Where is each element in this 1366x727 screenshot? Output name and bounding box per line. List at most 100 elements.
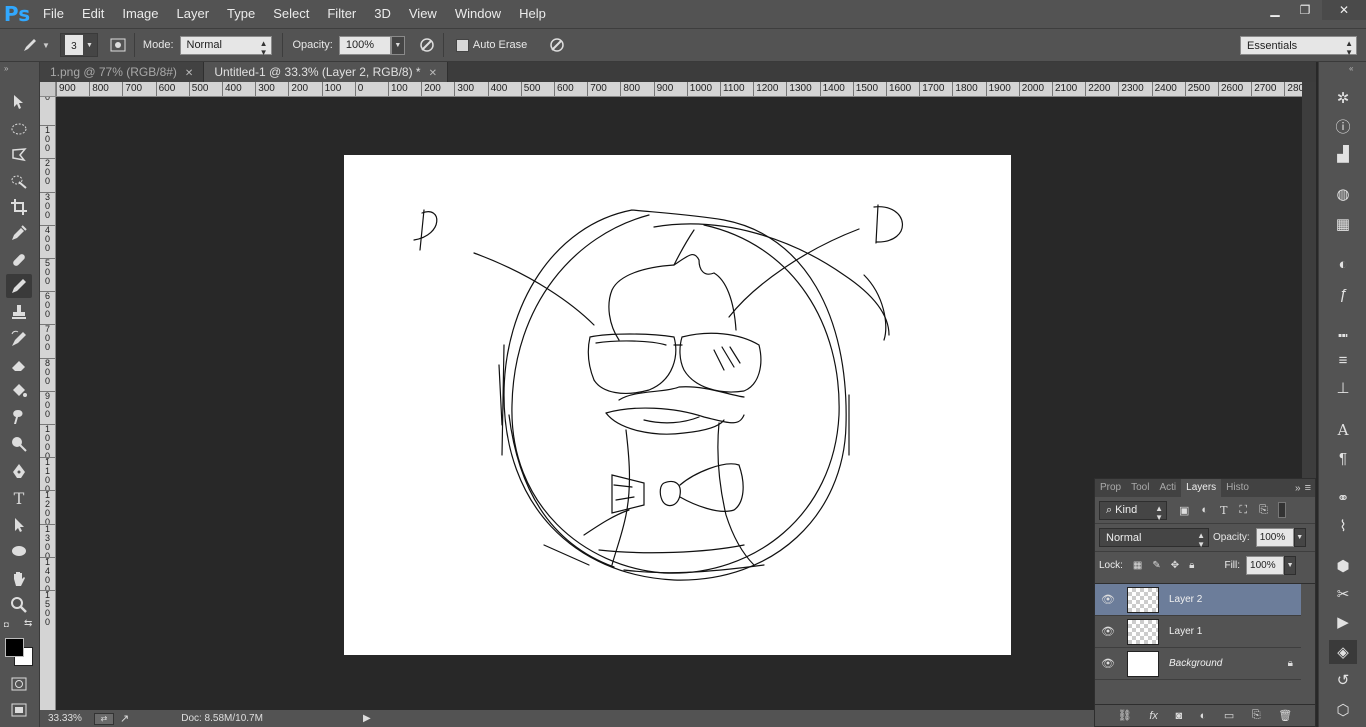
pencil-tool-preset-icon[interactable]	[18, 33, 42, 57]
zoom-level[interactable]: 33.33%	[48, 713, 90, 724]
lock-transparent-icon[interactable]: ▦	[1133, 560, 1142, 571]
paths-icon[interactable]: ⌇	[1329, 514, 1357, 538]
eraser-tool-icon[interactable]	[6, 353, 32, 377]
tab-properties[interactable]: Prop	[1095, 479, 1126, 497]
filter-toggle[interactable]	[1277, 502, 1286, 518]
lock-all-icon[interactable]: 🔒︎	[1189, 560, 1194, 571]
filter-type-icon[interactable]: T	[1220, 504, 1227, 517]
brush-panel-icon[interactable]	[106, 33, 130, 57]
pen-tool-icon[interactable]	[6, 460, 32, 484]
path-selection-tool-icon[interactable]	[6, 513, 32, 537]
tab-history[interactable]: Histo	[1221, 479, 1254, 497]
brush-size-picker[interactable]: 3 ▼	[59, 33, 98, 57]
close-tab-icon[interactable]: ✕	[429, 68, 437, 79]
eyedropper-tool-icon[interactable]	[6, 221, 32, 245]
history-icon[interactable]: ↺	[1329, 668, 1357, 692]
close-tab-icon[interactable]: ✕	[185, 68, 193, 79]
zoom-tool-icon[interactable]	[6, 593, 32, 617]
tab-untitled-1[interactable]: Untitled-1 @ 33.3% (Layer 2, RGB/8) * ✕	[204, 62, 448, 82]
brush-settings-icon[interactable]: ≡	[1329, 348, 1357, 372]
menu-3d[interactable]: 3D	[365, 0, 400, 28]
channels-icon[interactable]: ⚭	[1329, 486, 1357, 510]
smudge-tool-icon[interactable]	[6, 405, 32, 429]
actions-icon[interactable]: ▶	[1329, 610, 1357, 634]
fill-input[interactable]: 100%	[1246, 556, 1285, 575]
visibility-eye-icon[interactable]: 👁︎	[1095, 593, 1121, 606]
menu-type[interactable]: Type	[218, 0, 264, 28]
add-mask-icon[interactable]: ◙	[1175, 710, 1182, 722]
layer-opacity-input[interactable]: 100%	[1255, 528, 1294, 547]
layer-row-layer-2[interactable]: 👁︎ Layer 2	[1095, 584, 1301, 616]
delete-layer-icon[interactable]: 🗑︎	[1278, 709, 1292, 722]
ellipse-tool-icon[interactable]	[6, 539, 32, 563]
dodge-tool-icon[interactable]	[6, 432, 32, 456]
styles-icon[interactable]: ƒ	[1329, 282, 1357, 306]
layer-row-layer-1[interactable]: 👁︎ Layer 1	[1095, 616, 1301, 648]
kind-filter-dropdown[interactable]: ⌕ Kind ▲ ▼	[1099, 500, 1167, 522]
filter-pixel-icon[interactable]: ▣	[1179, 504, 1189, 517]
lock-position-icon[interactable]: ✥	[1171, 560, 1179, 571]
share-icon[interactable]: ⇄	[94, 712, 114, 725]
color-palette-icon[interactable]: ◍	[1329, 182, 1357, 206]
new-layer-icon[interactable]: ⎘	[1252, 709, 1261, 722]
menu-window[interactable]: Window	[446, 0, 510, 28]
mode-dropdown[interactable]: Normal ▲ ▼	[179, 35, 272, 57]
layers-icon[interactable]: ◈	[1329, 640, 1357, 664]
filter-shape-icon[interactable]: ⛶	[1239, 504, 1247, 517]
info-icon[interactable]: ⓘ	[1329, 114, 1357, 138]
minimize-button[interactable]: ▁	[1260, 0, 1290, 20]
filter-adjustment-icon[interactable]: ◐	[1201, 504, 1208, 516]
tab-layers[interactable]: Layers	[1181, 479, 1222, 497]
new-group-icon[interactable]: ▭	[1224, 709, 1234, 722]
adjustment-layer-icon[interactable]: ◐	[1200, 710, 1207, 722]
expand-panels-icon[interactable]: «	[1349, 64, 1353, 73]
hand-tool-icon[interactable]	[6, 567, 32, 591]
clone-source-icon[interactable]: ⊥	[1329, 376, 1357, 400]
pressure-opacity-icon[interactable]	[415, 33, 439, 57]
auto-erase-checkbox[interactable]	[455, 38, 469, 52]
quick-selection-tool-icon[interactable]	[6, 169, 32, 193]
menu-select[interactable]: Select	[264, 0, 318, 28]
lasso-tool-icon[interactable]	[6, 143, 32, 167]
visibility-eye-icon[interactable]: 👁︎	[1095, 657, 1121, 670]
screen-mode-icon[interactable]	[6, 698, 32, 722]
foreground-color-swatch[interactable]	[5, 638, 24, 657]
paragraph-icon[interactable]: ¶	[1329, 446, 1357, 470]
filter-smart-object-icon[interactable]: ⎘	[1259, 504, 1268, 517]
3d-icon[interactable]: ⬢	[1329, 554, 1357, 578]
tab-1-png[interactable]: 1.png @ 77% (RGB/8#) ✕	[40, 62, 205, 82]
swap-colors-icon[interactable]: ⇆	[24, 618, 32, 629]
elliptical-marquee-tool-icon[interactable]	[6, 117, 32, 141]
menu-layer[interactable]: Layer	[168, 0, 219, 28]
menu-help[interactable]: Help	[510, 0, 555, 28]
tab-tool-presets[interactable]: Tool	[1126, 479, 1154, 497]
histogram-icon[interactable]: ▟	[1329, 142, 1357, 166]
properties-icon[interactable]: ⬡	[1329, 698, 1357, 722]
ruler-origin[interactable]	[40, 82, 56, 97]
preset-chevron-icon[interactable]: ▼	[42, 41, 50, 50]
quick-mask-icon[interactable]	[6, 672, 32, 696]
menu-edit[interactable]: Edit	[73, 0, 113, 28]
panel-menu-icon[interactable]: ≡	[1305, 482, 1311, 494]
brush-presets-icon[interactable]: ⑉	[1329, 320, 1357, 344]
type-tool-icon[interactable]: T	[6, 486, 32, 510]
layer-name[interactable]: Layer 2	[1169, 594, 1202, 605]
restore-button[interactable]: ❐	[1290, 0, 1320, 20]
opacity-input[interactable]: 100%	[338, 35, 391, 55]
tools-icon[interactable]: ✂	[1329, 582, 1357, 606]
character-icon[interactable]: A	[1329, 418, 1357, 442]
paint-bucket-tool-icon[interactable]	[6, 379, 32, 403]
pressure-size-icon[interactable]	[545, 33, 569, 57]
history-brush-tool-icon[interactable]	[6, 327, 32, 351]
collapse-tools-icon[interactable]: »	[4, 64, 8, 73]
panel-collapse-icon[interactable]: »	[1295, 483, 1301, 494]
menu-view[interactable]: View	[400, 0, 446, 28]
document-canvas[interactable]	[344, 155, 1011, 655]
adjustments-icon[interactable]: ◐	[1329, 252, 1357, 276]
healing-brush-tool-icon[interactable]	[6, 248, 32, 272]
fill-slider[interactable]: ▼	[1284, 556, 1297, 575]
move-tool-icon[interactable]	[6, 90, 32, 114]
tab-actions[interactable]: Acti	[1154, 479, 1181, 497]
workspace-dropdown[interactable]: Essentials ▲ ▼	[1240, 36, 1357, 57]
menu-file[interactable]: File	[34, 0, 73, 28]
